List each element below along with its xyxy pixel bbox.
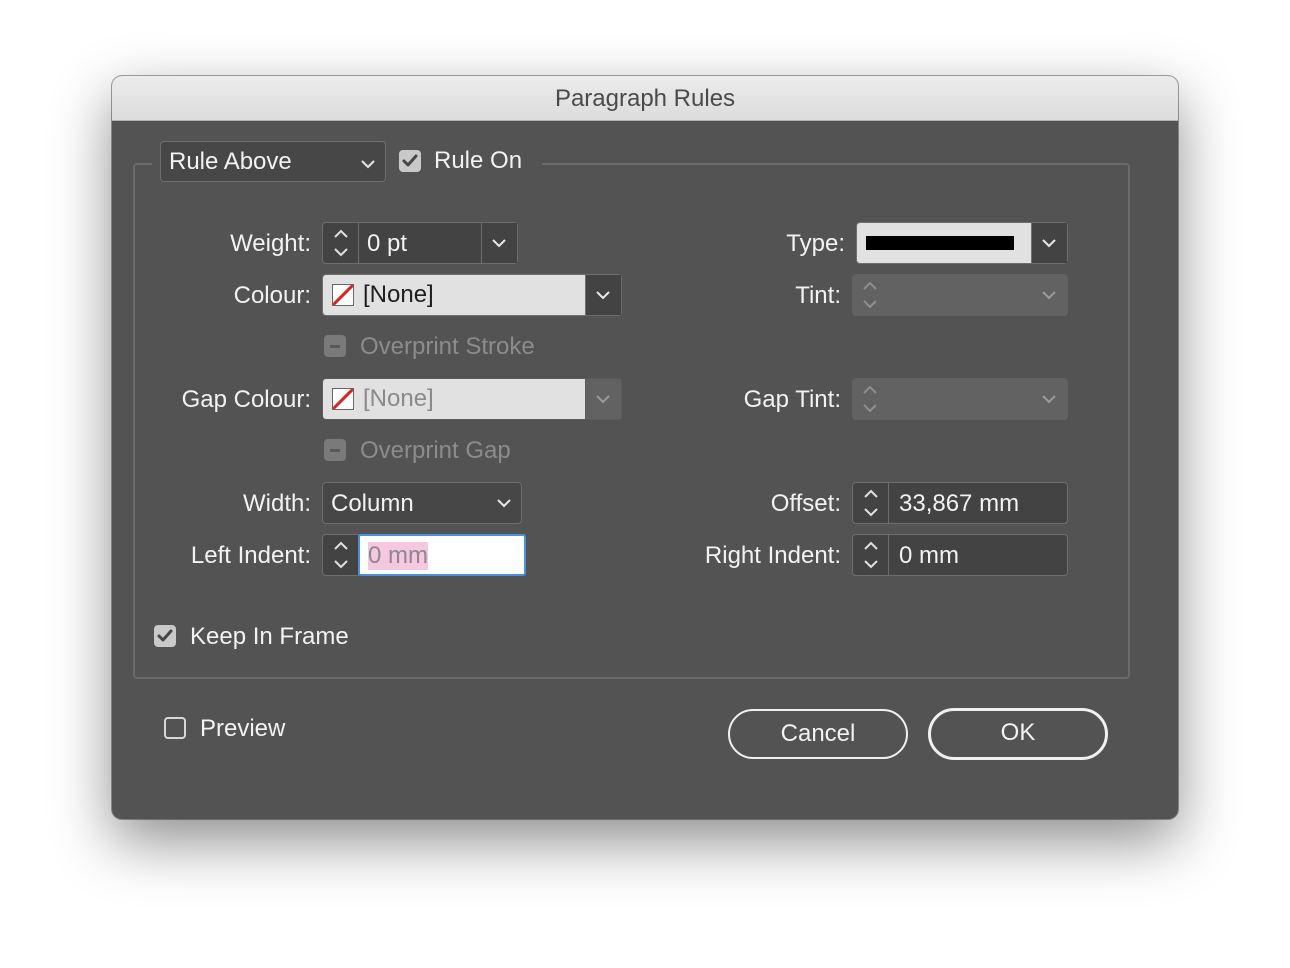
preview-checkbox[interactable] (164, 717, 186, 739)
offset-stepper[interactable] (853, 483, 889, 523)
colour-dropdown[interactable] (585, 275, 621, 315)
keep-in-frame-checkbox[interactable] (154, 625, 176, 647)
checkmark-icon (157, 629, 173, 642)
weight-dropdown[interactable] (481, 223, 517, 263)
right-indent-field[interactable]: 0 mm (852, 534, 1068, 576)
chevron-down-icon (596, 395, 610, 404)
left-indent-stepper[interactable] (323, 535, 359, 575)
keep-in-frame-label: Keep In Frame (190, 623, 349, 650)
colour-select[interactable]: [None] (322, 274, 622, 316)
gap-colour-label: Gap Colour: (181, 386, 311, 413)
type-dropdown[interactable] (1031, 223, 1067, 263)
paragraph-rules-dialog: Paragraph Rules Rule Above Rule On Weigh… (112, 76, 1178, 819)
rule-on-checkbox[interactable] (399, 150, 421, 172)
chevron-down-icon (596, 291, 610, 300)
chevron-down-icon (1042, 395, 1056, 404)
type-select[interactable] (856, 222, 1068, 264)
gap-colour-dropdown[interactable] (585, 379, 621, 419)
cancel-button[interactable]: Cancel (728, 709, 908, 759)
chevron-down-icon (492, 239, 506, 248)
rule-type-value: Rule Above (169, 148, 292, 175)
stepper-arrows-icon (863, 281, 877, 309)
rule-on-label: Rule On (434, 147, 523, 174)
chevron-down-icon (361, 156, 375, 174)
colour-label: Colour: (233, 282, 311, 309)
stepper-arrows-icon (334, 229, 348, 257)
gap-tint-field[interactable] (852, 378, 1068, 420)
right-indent-label: Right Indent: (704, 542, 841, 569)
gap-tint-label: Gap Tint: (743, 386, 841, 413)
overprint-stroke-label: Overprint Stroke (360, 333, 535, 360)
left-indent-input[interactable]: 0 mm (358, 534, 526, 576)
rule-type-select[interactable]: Rule Above (160, 141, 386, 182)
chevron-down-icon (497, 499, 511, 508)
weight-field[interactable]: 0 pt (322, 222, 518, 264)
stepper-arrows-icon (864, 489, 878, 517)
colour-value: [None] (363, 281, 434, 308)
weight-value: 0 pt (367, 230, 408, 257)
width-value: Column (331, 490, 414, 517)
width-label: Width: (242, 490, 311, 517)
weight-label: Weight: (230, 230, 311, 257)
chevron-down-icon (1042, 291, 1056, 300)
stepper-arrows-icon (334, 541, 348, 569)
tint-label: Tint: (795, 282, 841, 309)
ok-button[interactable]: OK (928, 708, 1108, 760)
stepper-arrows-icon (864, 541, 878, 569)
stepper-arrows-icon (863, 385, 877, 413)
stroke-type-swatch (866, 236, 1014, 250)
chevron-down-icon (1042, 239, 1056, 248)
overprint-gap-label: Overprint Gap (360, 437, 511, 464)
right-indent-value: 0 mm (899, 542, 959, 569)
weight-stepper[interactable] (323, 223, 359, 263)
tint-field[interactable] (852, 274, 1068, 316)
dialog-title: Paragraph Rules (112, 76, 1178, 121)
offset-field[interactable]: 33,867 mm (852, 482, 1068, 524)
offset-label: Offset: (770, 490, 841, 517)
checkmark-icon (402, 154, 418, 167)
gap-colour-select[interactable]: [None] (322, 378, 622, 420)
right-indent-stepper[interactable] (853, 535, 889, 575)
gap-colour-value: [None] (363, 385, 434, 412)
overprint-gap-checkbox[interactable] (324, 439, 346, 461)
left-indent-label: Left Indent: (190, 542, 311, 569)
type-label: Type: (786, 230, 845, 257)
left-indent-field[interactable]: 0 mm (322, 534, 526, 576)
preview-label: Preview (200, 715, 286, 742)
none-swatch-icon (332, 388, 354, 410)
width-select[interactable]: Column (322, 482, 522, 524)
overprint-stroke-checkbox[interactable] (324, 335, 346, 357)
left-indent-value: 0 mm (368, 542, 428, 570)
none-swatch-icon (332, 284, 354, 306)
offset-value: 33,867 mm (899, 490, 1020, 517)
